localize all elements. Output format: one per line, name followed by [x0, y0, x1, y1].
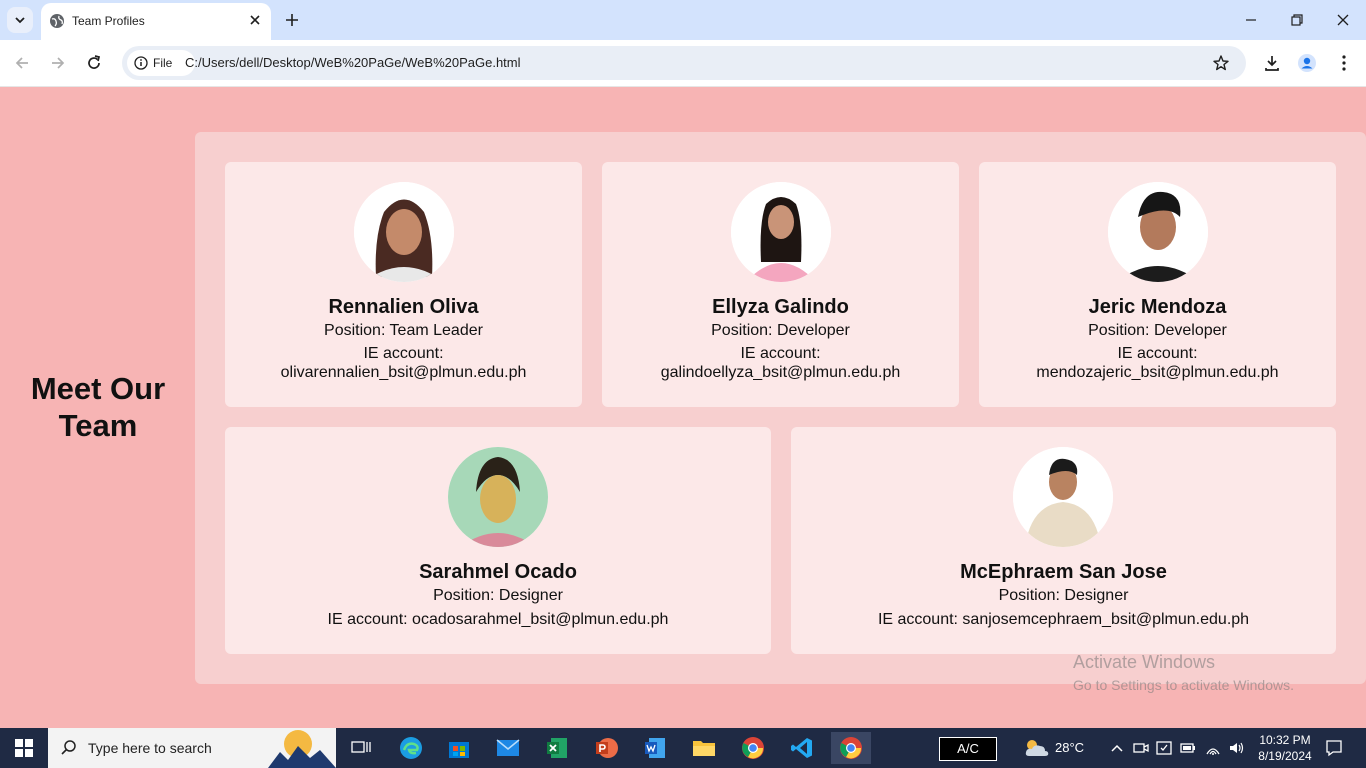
ac-indicator[interactable]: A/C: [939, 737, 997, 761]
member-account-label: IE account:: [1117, 345, 1198, 362]
windows-logo-icon: [15, 739, 33, 757]
member-card: Sarahmel Ocado Position: Designer IE acc…: [225, 427, 771, 654]
member-card: Ellyza Galindo Position: Developer IE ac…: [602, 162, 959, 407]
more-menu-icon[interactable]: [1334, 53, 1354, 73]
member-name: Sarahmel Ocado: [419, 561, 577, 583]
chevron-up-icon[interactable]: [1109, 740, 1125, 756]
member-account: IE account: sanjosemcephraem_bsit@plmun.…: [877, 611, 1250, 628]
member-position: Position: Developer: [1088, 322, 1227, 339]
member-name: McEphraem San Jose: [960, 561, 1167, 583]
member-card: Rennalien Oliva Position: Team Leader IE…: [225, 162, 582, 407]
new-tab-icon[interactable]: [283, 11, 301, 29]
chrome-icon: [840, 737, 862, 759]
tab-search-button[interactable]: [7, 7, 33, 33]
search-highlight-image: [268, 730, 336, 768]
tab-team-profiles[interactable]: Team Profiles: [41, 3, 271, 40]
taskbar-powerpoint[interactable]: [586, 732, 626, 764]
member-account: IE account: ocadosarahmel_bsit@plmun.edu…: [327, 611, 669, 628]
taskbar-chrome-active[interactable]: [831, 732, 871, 764]
volume-icon[interactable]: [1228, 740, 1244, 756]
member-name: Jeric Mendoza: [1088, 296, 1227, 318]
forward-icon[interactable]: [49, 54, 67, 72]
member-position: Position: Designer: [433, 587, 563, 604]
system-clock[interactable]: 10:32 PM 8/19/2024: [1254, 732, 1316, 764]
member-position: Position: Team Leader: [324, 322, 483, 339]
task-view-icon: [351, 741, 371, 753]
taskbar-word[interactable]: [635, 732, 675, 764]
vscode-icon: [791, 738, 812, 758]
activate-windows-watermark: Activate Windows Go to Settings to activ…: [1073, 652, 1294, 693]
excel-icon: [547, 738, 567, 758]
taskbar-chrome[interactable]: [733, 732, 773, 764]
wifi-icon[interactable]: [1205, 740, 1221, 756]
word-icon: [645, 738, 665, 758]
page-content: Meet Our Team Rennalien Oliva Position: …: [0, 87, 1366, 728]
member-card: Jeric Mendoza Position: Developer IE acc…: [979, 162, 1336, 407]
watermark-subtitle: Go to Settings to activate Windows.: [1073, 677, 1294, 693]
team-panel: Rennalien Oliva Position: Team Leader IE…: [195, 132, 1366, 684]
chrome-icon: [742, 737, 764, 759]
taskbar-store[interactable]: [439, 732, 479, 764]
close-window-icon[interactable]: [1335, 12, 1351, 28]
notifications-icon[interactable]: [1325, 739, 1343, 757]
camera-icon[interactable]: [1133, 740, 1149, 756]
minimize-icon[interactable]: [1243, 12, 1259, 28]
avatar: [448, 447, 548, 547]
avatar: [1013, 447, 1113, 547]
taskbar-excel[interactable]: [537, 732, 577, 764]
member-position: Position: Designer: [998, 587, 1129, 604]
avatar: [731, 182, 831, 282]
download-icon[interactable]: [1262, 53, 1282, 73]
back-icon[interactable]: [13, 54, 31, 72]
clock-date: 8/19/2024: [1258, 749, 1312, 763]
member-account-label: IE account:: [363, 345, 444, 362]
taskbar-mail[interactable]: [488, 732, 528, 764]
member-position: Position: Developer: [711, 322, 850, 339]
edge-icon: [400, 737, 422, 759]
taskbar-search[interactable]: Type here to search: [48, 728, 336, 768]
avatar: [354, 182, 454, 282]
page-heading: Meet Our Team: [30, 371, 166, 443]
address-bar[interactable]: File C:/Users/dell/Desktop/WeB%20PaGe/We…: [122, 46, 1246, 80]
mail-icon: [496, 739, 520, 756]
globe-icon: [50, 14, 64, 28]
powerpoint-icon: [596, 738, 618, 758]
restore-icon[interactable]: [1289, 12, 1305, 28]
bookmark-star-icon[interactable]: [1212, 54, 1230, 72]
tab-strip: Team Profiles: [0, 0, 1366, 40]
url-text: C:/Users/dell/Desktop/WeB%20PaGe/WeB%20P…: [185, 55, 521, 70]
security-icon[interactable]: [1156, 740, 1172, 756]
close-tab-icon[interactable]: [249, 14, 261, 26]
member-account: galindoellyza_bsit@plmun.edu.ph: [660, 364, 901, 381]
weather-cloud-icon[interactable]: [1023, 738, 1051, 758]
member-name: Rennalien Oliva: [328, 296, 479, 318]
battery-icon[interactable]: [1180, 740, 1196, 756]
reload-icon[interactable]: [85, 54, 103, 72]
start-button[interactable]: [0, 728, 48, 768]
temperature[interactable]: 28°C: [1055, 740, 1084, 755]
browser-toolbar: File C:/Users/dell/Desktop/WeB%20PaGe/We…: [0, 40, 1366, 87]
member-account-label: IE account:: [740, 345, 821, 362]
member-card: McEphraem San Jose Position: Designer IE…: [791, 427, 1336, 654]
info-icon: [134, 56, 148, 70]
profile-avatar-icon[interactable]: [1297, 53, 1317, 73]
taskbar-edge[interactable]: [391, 732, 431, 764]
search-icon: [61, 740, 76, 755]
task-view-button[interactable]: [341, 732, 381, 764]
taskbar: Type here to search A/C 28°C 10:32 PM 8/…: [0, 728, 1366, 768]
search-placeholder: Type here to search: [88, 740, 212, 756]
folder-icon: [693, 741, 715, 756]
member-account: mendozajeric_bsit@plmun.edu.ph: [1036, 364, 1279, 381]
watermark-title: Activate Windows: [1073, 652, 1216, 672]
tab-title: Team Profiles: [72, 14, 145, 28]
avatar: [1108, 182, 1208, 282]
taskbar-vscode[interactable]: [782, 732, 822, 764]
chip-label: File: [153, 56, 173, 70]
chevron-down-icon: [15, 17, 25, 24]
clock-time: 10:32 PM: [1259, 733, 1311, 747]
taskbar-file-explorer[interactable]: [684, 732, 724, 764]
store-icon: [449, 742, 469, 758]
member-name: Ellyza Galindo: [712, 296, 849, 318]
member-account: olivarennalien_bsit@plmun.edu.ph: [280, 364, 527, 381]
